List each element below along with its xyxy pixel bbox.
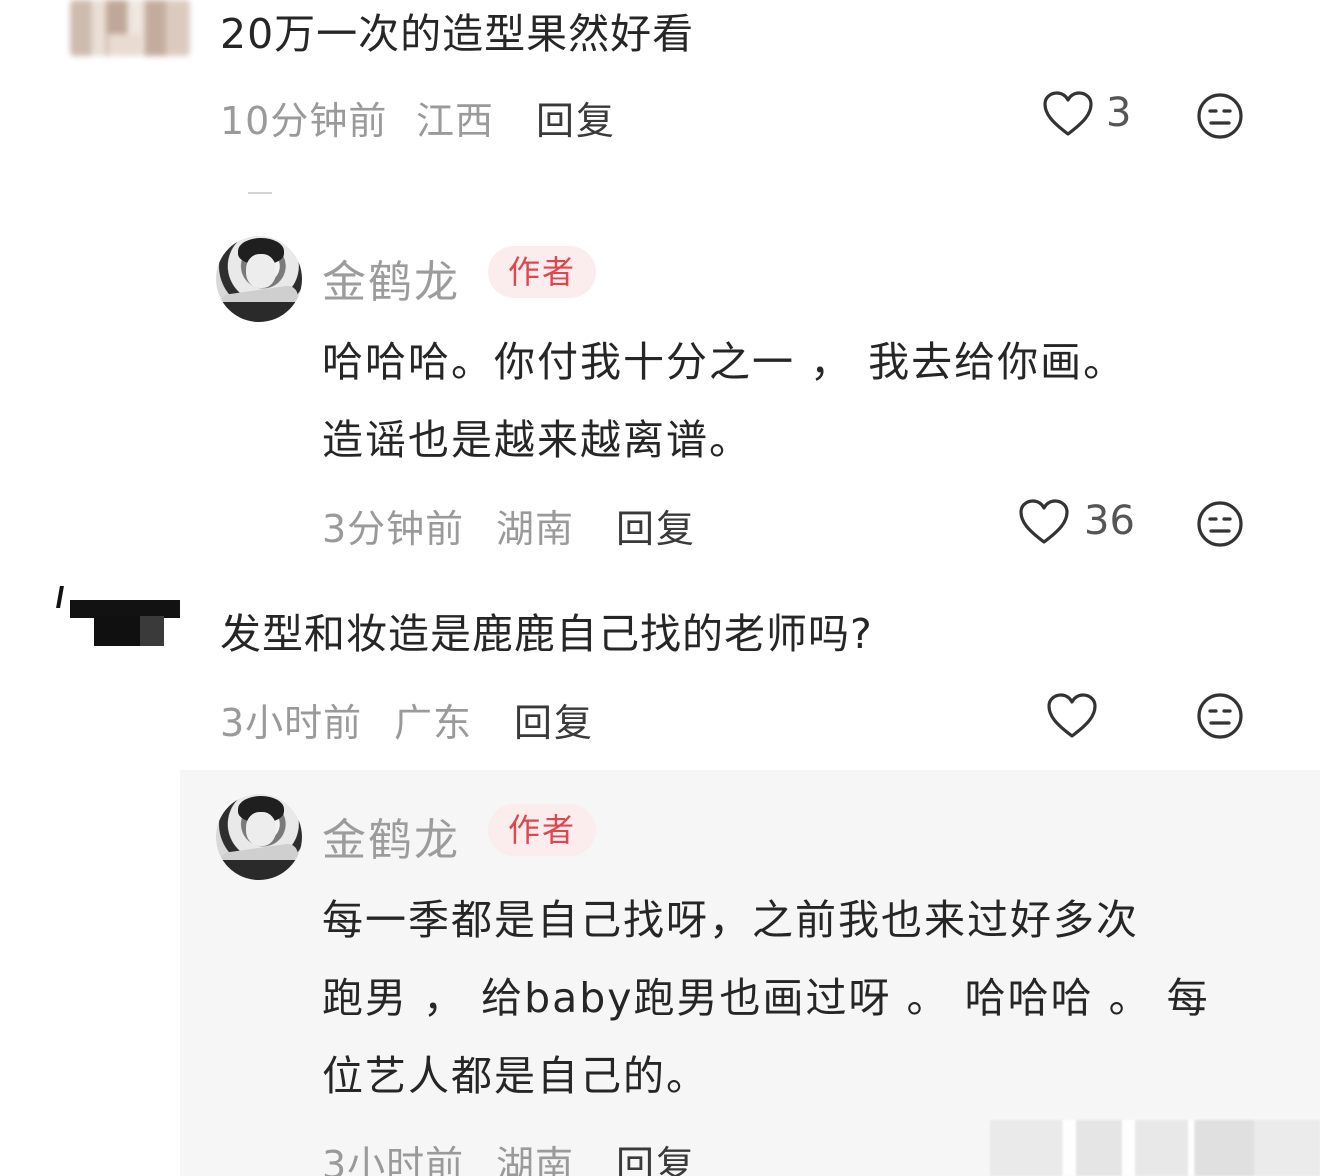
comment-feed: 20万一次的造型果然好看 10分钟前 江西 回复 3 金鹤龙 作者 哈哈哈。你付…	[0, 0, 1320, 1176]
heart-outline-icon[interactable]	[1042, 90, 1094, 138]
reply-text-line: 位艺人都是自己的。	[322, 1052, 709, 1100]
watermark	[990, 1120, 1320, 1176]
avatar[interactable]	[216, 794, 302, 880]
comment-location: 湖南	[496, 507, 575, 551]
reply-text-line: 造谣也是越来越离谱。	[322, 416, 752, 464]
avatar[interactable]	[70, 0, 190, 56]
author-badge: 作者	[488, 804, 597, 856]
author-name[interactable]: 金鹤龙	[322, 804, 460, 868]
reply-button[interactable]: 回复	[514, 692, 594, 747]
heart-outline-icon[interactable]	[1018, 498, 1070, 546]
comment-text: 发型和妆造是鹿鹿自己找的老师吗?	[220, 610, 873, 658]
reply-text-line: 跑男 ， 给baby跑男也画过呀 。 哈哈哈 。 每	[322, 974, 1210, 1022]
comment-location: 江西	[416, 99, 495, 143]
meh-face-icon[interactable]	[1196, 500, 1244, 548]
comment-location: 湖南	[496, 1143, 575, 1176]
like-count: 36	[1084, 498, 1135, 544]
comment-text: 20万一次的造型果然好看	[220, 10, 695, 58]
comment-time: 3小时前	[322, 1143, 465, 1176]
reply-button[interactable]: 回复	[616, 498, 696, 553]
avatar[interactable]	[56, 586, 180, 648]
meh-face-icon[interactable]	[1196, 692, 1244, 740]
comment-time: 10分钟前	[220, 99, 388, 143]
heart-outline-icon[interactable]	[1046, 692, 1098, 740]
author-name[interactable]: 金鹤龙	[322, 246, 460, 310]
reply-text-line: 每一季都是自己找呀，之前我也来过好多次	[322, 896, 1139, 944]
author-badge: 作者	[488, 246, 597, 298]
reply-button[interactable]: 回复	[616, 1134, 696, 1176]
divider	[248, 192, 272, 194]
reply-text-line: 哈哈哈。你付我十分之一 ， 我去给你画。	[322, 338, 1127, 386]
comment-time: 3小时前	[220, 701, 363, 745]
like-count: 3	[1106, 90, 1132, 136]
reply-button[interactable]: 回复	[536, 90, 616, 145]
comment-time: 3分钟前	[322, 507, 465, 551]
avatar[interactable]	[216, 236, 302, 322]
meh-face-icon[interactable]	[1196, 92, 1244, 140]
comment-location: 广东	[394, 701, 473, 745]
